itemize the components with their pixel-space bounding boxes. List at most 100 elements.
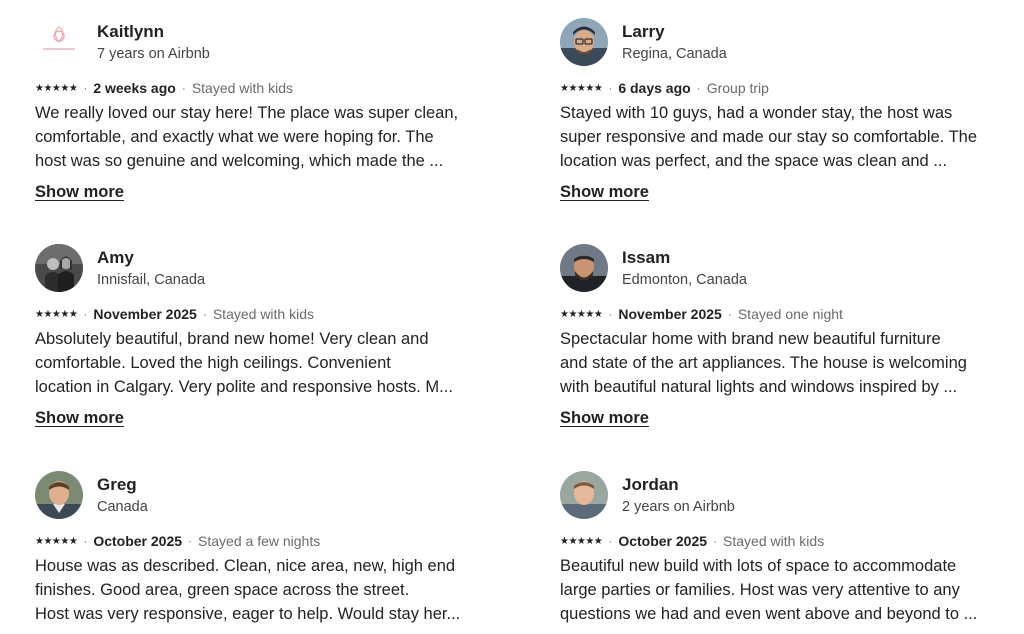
review-header: Greg Canada xyxy=(35,471,465,521)
review-text: We really loved our stay here! The place… xyxy=(35,101,475,173)
review-header: Larry Regina, Canada xyxy=(560,18,990,68)
logo-avatar[interactable] xyxy=(35,18,83,66)
rating-line: ★★★★★ · November 2025 · Stayed with kids xyxy=(35,306,314,322)
review-card: Issam Edmonton, Canada ★★★★★ · November … xyxy=(560,244,990,427)
reviews-grid: Kaitlynn 7 years on Airbnb ★★★★★ · 2 wee… xyxy=(0,0,1024,634)
review-header: Issam Edmonton, Canada xyxy=(560,244,990,294)
separator-dot: · xyxy=(608,307,613,321)
review-card: Amy Innisfail, Canada ★★★★★ · November 2… xyxy=(35,244,465,427)
review-line: large parties or families. Host was very… xyxy=(560,581,960,599)
show-more-link[interactable]: Show more xyxy=(35,183,124,202)
review-text: Beautiful new build with lots of space t… xyxy=(560,554,1000,626)
trip-type: Stayed one night xyxy=(737,306,843,322)
reviewer-name[interactable]: Kaitlynn xyxy=(97,22,164,42)
couple-photo-icon xyxy=(35,244,83,292)
person-avatar[interactable] xyxy=(35,471,83,519)
star-rating-icon: ★★★★★ xyxy=(35,82,78,94)
review-date: 6 days ago xyxy=(618,80,691,96)
reviewer-name[interactable]: Jordan xyxy=(622,475,679,495)
star-rating-icon: ★★★★★ xyxy=(35,535,78,547)
person-avatar[interactable] xyxy=(560,471,608,519)
review-card: Greg Canada ★★★★★ · October 2025 · Staye… xyxy=(35,471,465,623)
review-line: questions we had and even went above and… xyxy=(560,605,978,623)
review-date: October 2025 xyxy=(618,533,708,549)
review-line: Absolutely beautiful, brand new home! Ve… xyxy=(35,330,429,348)
logo-icon xyxy=(43,26,75,50)
review-line: We really loved our stay here! The place… xyxy=(35,104,459,122)
review-text: House was as described. Clean, nice area… xyxy=(35,554,475,626)
review-date: November 2025 xyxy=(618,306,722,322)
review-line: super responsive and made our stay so co… xyxy=(560,128,978,146)
review-date: 2 weeks ago xyxy=(93,80,176,96)
rating-line: ★★★★★ · 2 weeks ago · Stayed with kids xyxy=(35,80,293,96)
reviewer-name[interactable]: Amy xyxy=(97,248,134,268)
review-date: November 2025 xyxy=(93,306,197,322)
review-card: Kaitlynn 7 years on Airbnb ★★★★★ · 2 wee… xyxy=(35,18,465,201)
trip-type: Stayed a few nights xyxy=(198,533,321,549)
separator-dot: · xyxy=(713,534,718,548)
review-line: with beautiful natural lights and window… xyxy=(560,378,958,396)
person-photo-icon xyxy=(560,18,608,66)
review-line: Host was very responsive, eager to help.… xyxy=(35,605,461,623)
star-rating-icon: ★★★★★ xyxy=(35,308,78,320)
rating-line: ★★★★★ · October 2025 · Stayed a few nigh… xyxy=(35,533,320,549)
separator-dot: · xyxy=(83,534,88,548)
review-line: host was so genuine and welcoming, which… xyxy=(35,152,444,170)
show-more-link[interactable]: Show more xyxy=(560,409,649,428)
review-header: Jordan 2 years on Airbnb xyxy=(560,471,990,521)
rating-line: ★★★★★ · November 2025 · Stayed one night xyxy=(560,306,843,322)
trip-type: Stayed with kids xyxy=(191,80,293,96)
reviewer-name[interactable]: Larry xyxy=(622,22,665,42)
separator-dot: · xyxy=(696,81,701,95)
star-rating-icon: ★★★★★ xyxy=(560,308,603,320)
rating-line: ★★★★★ · October 2025 · Stayed with kids xyxy=(560,533,824,549)
review-text: Spectacular home with brand new beautifu… xyxy=(560,327,1000,399)
person-avatar[interactable] xyxy=(560,244,608,292)
reviewer-meta: Innisfail, Canada xyxy=(97,272,206,288)
person-photo-icon xyxy=(35,471,83,519)
review-line: House was as described. Clean, nice area… xyxy=(35,557,456,575)
review-line: Stayed with 10 guys, had a wonder stay, … xyxy=(560,104,953,122)
review-header: Amy Innisfail, Canada xyxy=(35,244,465,294)
separator-dot: · xyxy=(727,307,732,321)
separator-dot: · xyxy=(83,81,88,95)
review-line: Beautiful new build with lots of space t… xyxy=(560,557,957,575)
separator-dot: · xyxy=(181,81,186,95)
review-card: Jordan 2 years on Airbnb ★★★★★ · October… xyxy=(560,471,990,623)
review-card: Larry Regina, Canada ★★★★★ · 6 days ago … xyxy=(560,18,990,201)
rating-line: ★★★★★ · 6 days ago · Group trip xyxy=(560,80,769,96)
review-line: location was perfect, and the space was … xyxy=(560,152,948,170)
review-text: Stayed with 10 guys, had a wonder stay, … xyxy=(560,101,1000,173)
separator-dot: · xyxy=(608,81,613,95)
separator-dot: · xyxy=(608,534,613,548)
reviewer-name[interactable]: Issam xyxy=(622,248,670,268)
review-line: comfortable. Loved the high ceilings. Co… xyxy=(35,354,391,372)
couple-avatar[interactable] xyxy=(35,244,83,292)
person-avatar[interactable] xyxy=(560,18,608,66)
review-line: Spectacular home with brand new beautifu… xyxy=(560,330,941,348)
star-rating-icon: ★★★★★ xyxy=(560,82,603,94)
separator-dot: · xyxy=(83,307,88,321)
review-date: October 2025 xyxy=(93,533,183,549)
review-header: Kaitlynn 7 years on Airbnb xyxy=(35,18,465,68)
review-line: and state of the art appliances. The hou… xyxy=(560,354,967,372)
person-photo-icon xyxy=(560,471,608,519)
trip-type: Group trip xyxy=(706,80,769,96)
reviewer-meta: 7 years on Airbnb xyxy=(97,46,210,62)
show-more-link[interactable]: Show more xyxy=(35,409,124,428)
reviewer-meta: 2 years on Airbnb xyxy=(622,499,735,515)
reviewer-meta: Edmonton, Canada xyxy=(622,272,747,288)
reviewer-meta: Regina, Canada xyxy=(622,46,727,62)
reviewer-name[interactable]: Greg xyxy=(97,475,137,495)
review-text: Absolutely beautiful, brand new home! Ve… xyxy=(35,327,475,399)
reviewer-meta: Canada xyxy=(97,499,148,515)
review-line: location in Calgary. Very polite and res… xyxy=(35,378,453,396)
separator-dot: · xyxy=(188,534,193,548)
trip-type: Stayed with kids xyxy=(212,306,315,322)
show-more-link[interactable]: Show more xyxy=(560,183,649,202)
trip-type: Stayed with kids xyxy=(723,533,825,549)
separator-dot: · xyxy=(202,307,207,321)
review-line: finishes. Good area, green space across … xyxy=(35,581,410,599)
person-photo-icon xyxy=(560,244,608,292)
star-rating-icon: ★★★★★ xyxy=(560,535,603,547)
